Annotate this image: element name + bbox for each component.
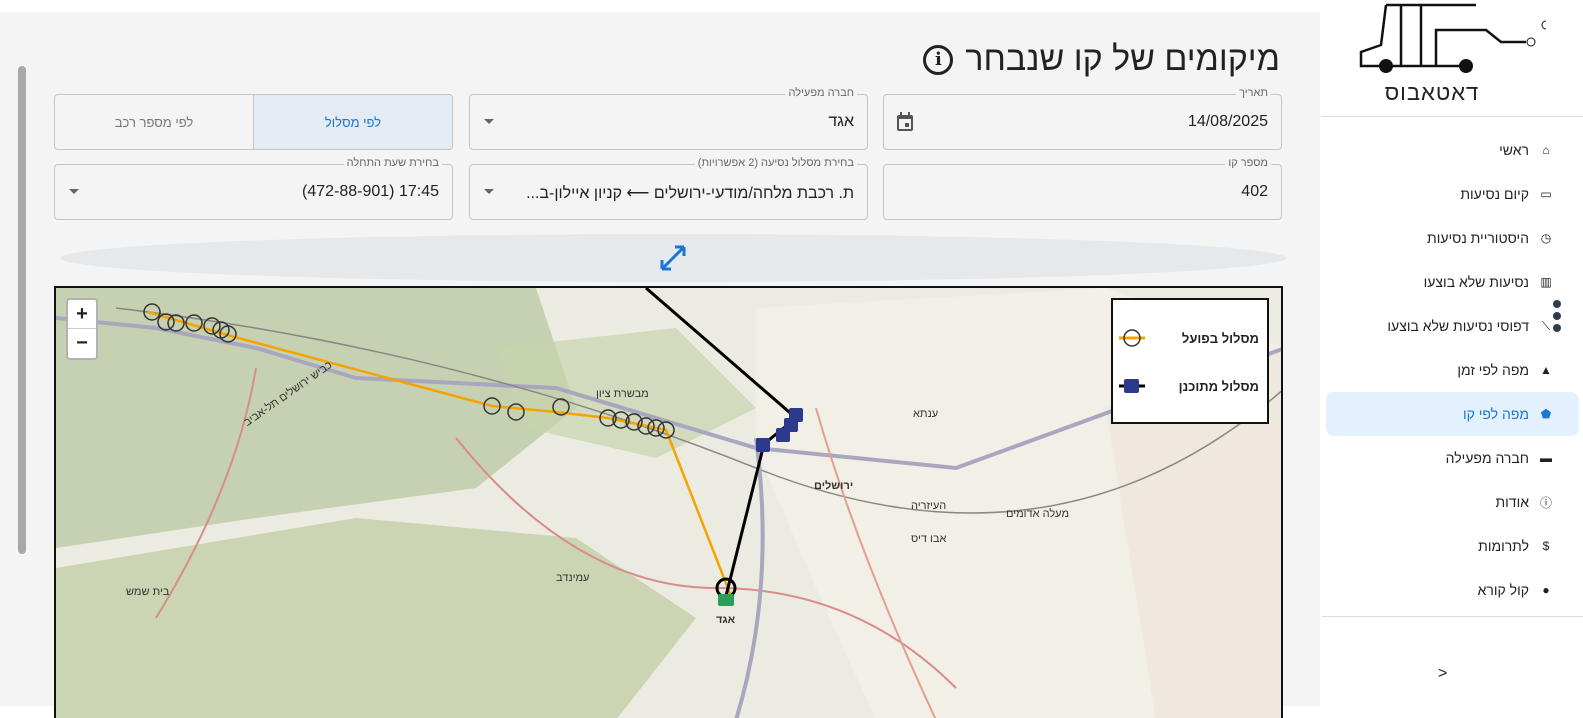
map[interactable]: מבשרת ציון ירושלים בית שמש אגד עמינדב הע…	[54, 286, 1283, 718]
laptop-icon: ▭	[1540, 187, 1552, 201]
sidebar-item-label: דפוסי נסיעות שלא בוצעו	[1387, 318, 1529, 334]
history-icon: ◷	[1540, 231, 1552, 245]
map-label: מעלה אדומים	[1006, 508, 1070, 520]
info-icon: ⓘ	[1539, 495, 1552, 510]
map-label: ירושלים	[814, 480, 854, 492]
sidebar-item-time-map[interactable]: ▲ מפה לפי זמן	[1326, 348, 1579, 392]
line-number-value: 402	[1241, 183, 1268, 200]
divider	[1322, 616, 1583, 617]
main-content: מיקומים של קו שנבחר i תאריך 14/08/2025 ח…	[0, 12, 1320, 718]
map-label: מבשרת ציון	[596, 388, 649, 400]
logo-text: דאטאבוס	[1384, 80, 1480, 105]
line-number-field[interactable]: מספר קו 402	[883, 157, 1282, 220]
collapse-sidebar-button[interactable]: >	[1438, 665, 1447, 683]
search-mode-toggle: לפי מספר רכב לפי מסלול	[54, 94, 453, 150]
map-label: אגד	[716, 614, 736, 626]
scrollbar-thumb[interactable]	[18, 66, 26, 554]
operator-select[interactable]: חברה מפעילה אגד	[469, 87, 868, 150]
calendar-icon[interactable]	[896, 112, 914, 132]
legend-actual: מסלול בפועל	[1181, 330, 1259, 346]
sidebar-item-label: ראשי	[1499, 142, 1529, 158]
dropdown-arrow-icon	[484, 119, 494, 124]
map-label: אבו דיס	[911, 533, 947, 545]
home-icon: ⌂	[1542, 143, 1550, 157]
legend-planned: מסלול מתוכנן	[1178, 378, 1259, 394]
map-label: ענתא	[913, 408, 939, 420]
zoom-out-button[interactable]: −	[68, 329, 96, 358]
sidebar-item-label: אודות	[1495, 494, 1530, 510]
start-time-label: בחירת שעת התחלה	[343, 157, 442, 169]
sidebar-item-label: מפה לפי קו	[1462, 406, 1529, 422]
sidebar-item-label: לתרומות	[1478, 538, 1529, 554]
sidebar-nav: ⌂ ראשי ▭ קיום נסיעות ◷ היסטוריית נסיעות ▥ נס…	[1322, 128, 1583, 612]
zoom-in-button[interactable]: +	[68, 300, 96, 329]
map-label: בית שמש	[126, 586, 170, 598]
start-time-select[interactable]: בחירת שעת התחלה 17:45 (472-88-901)	[54, 157, 453, 220]
sidebar-item-about[interactable]: ⓘ אודות	[1326, 480, 1579, 524]
map-label: עמינדב	[556, 572, 590, 584]
dropdown-arrow-icon	[484, 189, 494, 194]
bus-terminal-icon	[718, 594, 734, 606]
sidebar-item-patterns[interactable]: ⟋ דפוסי נסיעות שלא בוצעו	[1326, 304, 1579, 348]
sidebar-item-label: היסטוריית נסיעות	[1427, 230, 1529, 246]
page-title: מיקומים של קו שנבחר i	[923, 40, 1280, 79]
route-label: בחירת מסלול נסיעה (2 אפשרויות)	[694, 157, 857, 169]
sidebar-item-label: קול קורא	[1477, 582, 1529, 598]
by-route-button[interactable]: לפי מסלול	[253, 95, 452, 149]
sidebar-item-operator[interactable]: ▬ חברה מפעילה	[1326, 436, 1579, 480]
planned-route-icon	[1119, 379, 1145, 393]
sidebar-item-label: חברה מפעילה	[1445, 450, 1529, 466]
line-number-label: מספר קו	[1225, 157, 1271, 169]
page-title-text: מיקומים של קו שנבחר	[965, 40, 1280, 78]
bar-chart-icon: ▥	[1540, 275, 1552, 289]
radar-icon: ⬟	[1540, 407, 1552, 421]
scrollbar[interactable]	[18, 52, 26, 712]
expand-map-button[interactable]	[60, 234, 1286, 282]
sidebar: דאטאבוס ⌂ ראשי ▭ קיום נסיעות ◷ היסטוריית נס…	[1322, 0, 1583, 706]
route-value: ת. רכבת מלחה/מודעי-ירושלים ⟵ קניון איילו…	[526, 185, 854, 202]
date-value: 14/08/2025	[1187, 113, 1268, 130]
sidebar-item-history[interactable]: ◷ היסטוריית נסיעות	[1326, 216, 1579, 260]
date-label: תאריך	[1236, 87, 1271, 99]
expand-icon	[660, 245, 686, 271]
operator-value: אגד	[828, 113, 854, 130]
sidebar-item-missed[interactable]: ▥ נסיעות שלא בוצעו	[1326, 260, 1579, 304]
bulb-icon: ●	[1542, 583, 1550, 597]
start-time-value: 17:45 (472-88-901)	[302, 183, 439, 200]
info-icon[interactable]: i	[923, 44, 954, 75]
sidebar-item-trips[interactable]: ▭ קיום נסיעות	[1326, 172, 1579, 216]
zoom-control: + −	[66, 298, 98, 360]
map-label: העיזריה	[911, 500, 947, 512]
route-select[interactable]: בחירת מסלול נסיעה (2 אפשרויות) ת. רכבת מ…	[469, 157, 868, 220]
by-vehicle-button[interactable]: לפי מספר רכב	[55, 95, 253, 149]
date-field[interactable]: תאריך 14/08/2025	[883, 87, 1282, 150]
sidebar-item-donate[interactable]: $ לתרומות	[1326, 524, 1579, 568]
sidebar-item-line-map[interactable]: ⬟ מפה לפי קו	[1326, 392, 1579, 436]
drag-handle[interactable]	[1553, 300, 1561, 336]
dollar-icon: $	[1542, 539, 1550, 553]
sidebar-item-home[interactable]: ⌂ ראשי	[1326, 128, 1579, 172]
divider	[1322, 116, 1583, 117]
map-legend: מסלול בפועל מסלול מתוכנן	[1111, 298, 1269, 424]
heatmap-icon: ▲	[1540, 363, 1552, 377]
dropdown-arrow-icon	[69, 189, 79, 194]
sidebar-item-label: קיום נסיעות	[1460, 186, 1529, 202]
sidebar-item-label: מפה לפי זמן	[1457, 362, 1529, 378]
line-chart-icon: ⟋	[1541, 318, 1551, 333]
sidebar-item-call[interactable]: ● קול קורא	[1326, 568, 1579, 612]
operator-label: חברה מפעילה	[785, 87, 857, 99]
bus-icon: ▬	[1540, 451, 1552, 465]
map-tiles	[56, 288, 1281, 718]
sidebar-item-label: נסיעות שלא בוצעו	[1423, 274, 1529, 290]
actual-route-icon	[1119, 329, 1145, 347]
